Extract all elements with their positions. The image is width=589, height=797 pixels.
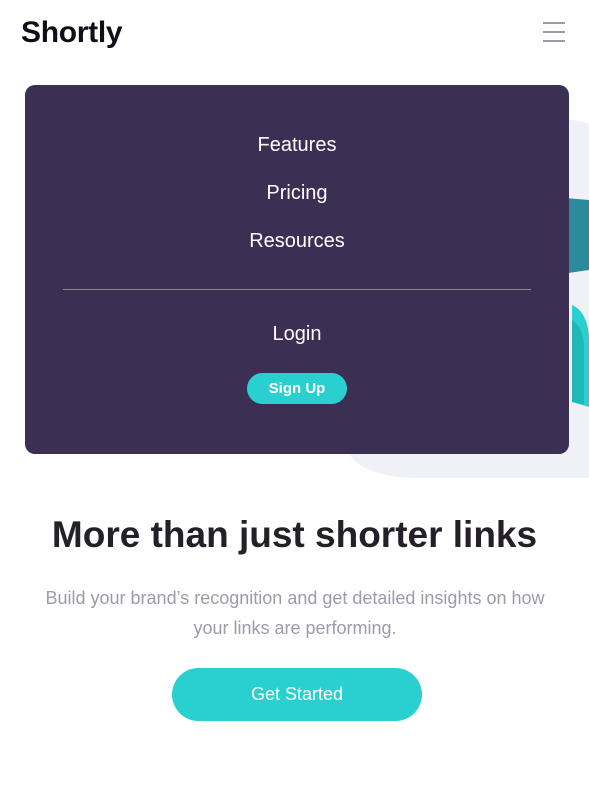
login-link[interactable]: Login bbox=[25, 323, 569, 346]
menu-divider bbox=[63, 289, 531, 290]
site-header: Shortly bbox=[0, 0, 589, 70]
hamburger-line bbox=[543, 40, 565, 42]
nav-link-resources[interactable]: Resources bbox=[25, 230, 569, 253]
mobile-nav-menu: Features Pricing Resources Login Sign Up bbox=[25, 85, 569, 454]
hamburger-line bbox=[543, 22, 565, 24]
hamburger-icon[interactable] bbox=[543, 22, 565, 42]
nav-link-features[interactable]: Features bbox=[25, 134, 569, 157]
signup-button[interactable]: Sign Up bbox=[247, 373, 347, 404]
hamburger-line bbox=[543, 31, 565, 33]
nav-link-pricing[interactable]: Pricing bbox=[25, 182, 569, 205]
logo[interactable]: Shortly bbox=[21, 16, 123, 50]
hero-description: Build your brand’s recognition and get d… bbox=[45, 588, 545, 638]
get-started-button[interactable]: Get Started bbox=[172, 668, 422, 721]
hero-title: More than just shorter links bbox=[51, 514, 538, 555]
